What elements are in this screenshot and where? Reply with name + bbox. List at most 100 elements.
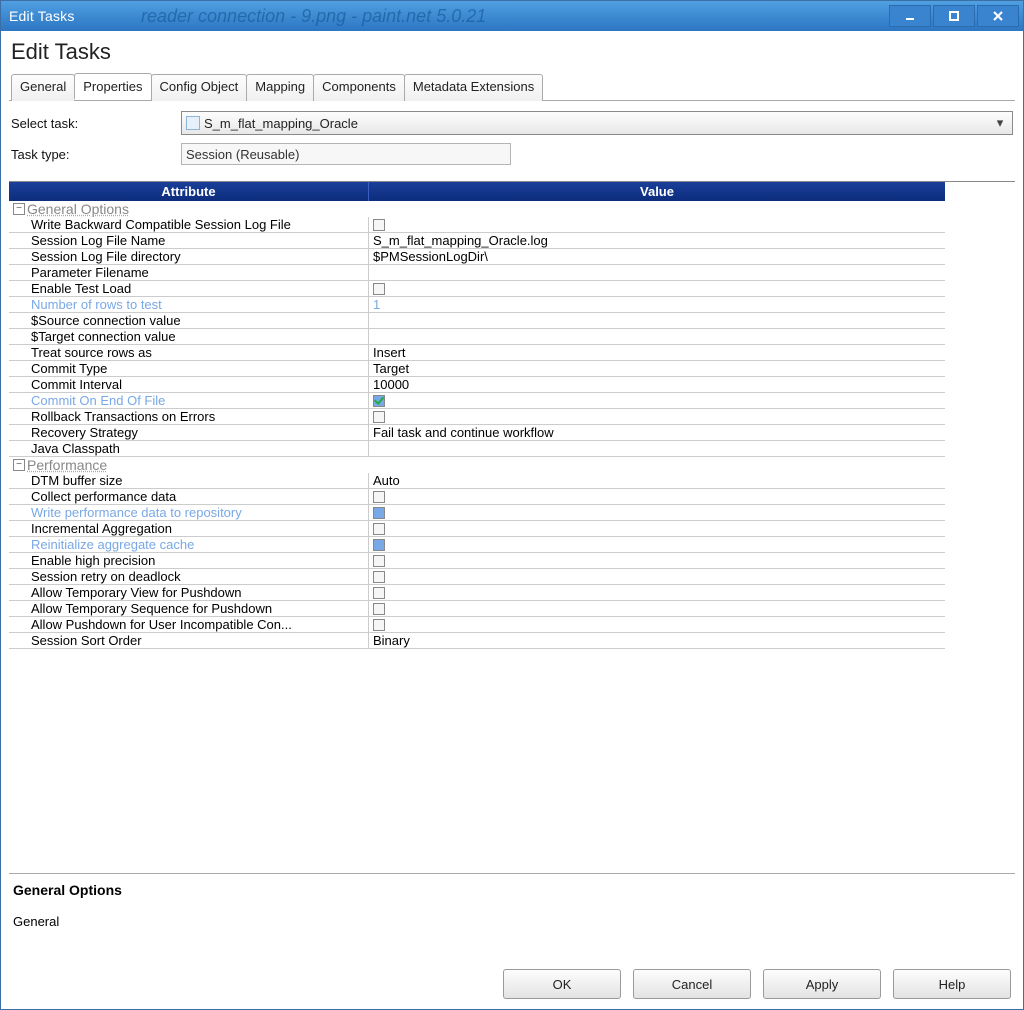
ok-button[interactable]: OK <box>503 969 621 999</box>
property-row[interactable]: Treat source rows asInsert <box>9 345 945 361</box>
attribute-cell: Recovery Strategy <box>9 425 369 440</box>
property-row[interactable]: Enable high precision <box>9 553 945 569</box>
checkbox[interactable] <box>373 619 385 631</box>
checkbox[interactable] <box>373 571 385 583</box>
property-row[interactable]: Reinitialize aggregate cache <box>9 537 945 553</box>
property-row[interactable]: Collect performance data <box>9 489 945 505</box>
checkbox <box>373 507 385 519</box>
collapse-icon[interactable]: − <box>13 459 25 471</box>
checkbox[interactable] <box>373 523 385 535</box>
property-row[interactable]: Rollback Transactions on Errors <box>9 409 945 425</box>
checkbox[interactable] <box>373 491 385 503</box>
checkbox[interactable] <box>373 219 385 231</box>
description-pane: General Options General <box>9 873 1015 963</box>
collapse-icon[interactable]: − <box>13 203 25 215</box>
value-cell[interactable]: Insert <box>369 345 945 360</box>
property-row[interactable]: $Source connection value <box>9 313 945 329</box>
checkbox[interactable] <box>373 603 385 615</box>
property-row[interactable]: Incremental Aggregation <box>9 521 945 537</box>
value-cell[interactable]: S_m_flat_mapping_Oracle.log <box>369 233 945 248</box>
value-cell[interactable] <box>369 585 945 600</box>
property-row[interactable]: Recovery StrategyFail task and continue … <box>9 425 945 441</box>
tab-mapping[interactable]: Mapping <box>246 74 314 101</box>
tab-components[interactable]: Components <box>313 74 405 101</box>
grid-header: Attribute Value <box>9 182 945 201</box>
property-row[interactable]: Write Backward Compatible Session Log Fi… <box>9 217 945 233</box>
apply-button[interactable]: Apply <box>763 969 881 999</box>
property-row[interactable]: $Target connection value <box>9 329 945 345</box>
value-cell[interactable] <box>369 281 945 296</box>
checkbox[interactable] <box>373 555 385 567</box>
value-cell[interactable]: Binary <box>369 633 945 648</box>
value-cell[interactable] <box>369 217 945 232</box>
properties-grid[interactable]: Attribute Value −General OptionsWrite Ba… <box>9 182 945 649</box>
help-button[interactable]: Help <box>893 969 1011 999</box>
value-cell[interactable] <box>369 601 945 616</box>
attribute-cell: Java Classpath <box>9 441 369 456</box>
property-row[interactable]: DTM buffer sizeAuto <box>9 473 945 489</box>
value-cell[interactable] <box>369 329 945 344</box>
attribute-cell: $Source connection value <box>9 313 369 328</box>
value-cell[interactable] <box>369 313 945 328</box>
property-row[interactable]: Parameter Filename <box>9 265 945 281</box>
attribute-cell: Session retry on deadlock <box>9 569 369 584</box>
attribute-cell: Write performance data to repository <box>9 505 369 520</box>
property-row[interactable]: Write performance data to repository <box>9 505 945 521</box>
attribute-cell: Number of rows to test <box>9 297 369 312</box>
value-cell[interactable] <box>369 489 945 504</box>
value-cell[interactable]: $PMSessionLogDir\ <box>369 249 945 264</box>
tab-general[interactable]: General <box>11 74 75 101</box>
value-cell[interactable] <box>369 521 945 536</box>
tab-metadata-extensions[interactable]: Metadata Extensions <box>404 74 543 101</box>
property-row[interactable]: Allow Pushdown for User Incompatible Con… <box>9 617 945 633</box>
value-cell <box>369 393 945 408</box>
property-row[interactable]: Commit On End Of File <box>9 393 945 409</box>
value-cell <box>369 505 945 520</box>
maximize-button[interactable] <box>933 5 975 27</box>
attribute-cell: Allow Pushdown for User Incompatible Con… <box>9 617 369 632</box>
cancel-button[interactable]: Cancel <box>633 969 751 999</box>
description-title: General Options <box>13 882 1011 898</box>
property-row[interactable]: Enable Test Load <box>9 281 945 297</box>
tab-config-object[interactable]: Config Object <box>151 74 248 101</box>
value-cell[interactable] <box>369 617 945 632</box>
group-header[interactable]: −General Options <box>9 201 945 217</box>
attribute-cell: Session Sort Order <box>9 633 369 648</box>
value-cell[interactable]: Fail task and continue workflow <box>369 425 945 440</box>
property-row[interactable]: Session Log File NameS_m_flat_mapping_Or… <box>9 233 945 249</box>
group-name: Performance <box>27 457 107 473</box>
value-cell[interactable]: Auto <box>369 473 945 488</box>
dialog-title: Edit Tasks <box>11 39 1015 65</box>
property-row[interactable]: Number of rows to test1 <box>9 297 945 313</box>
value-cell[interactable] <box>369 553 945 568</box>
checkbox[interactable] <box>373 587 385 599</box>
property-row[interactable]: Allow Temporary View for Pushdown <box>9 585 945 601</box>
header-attribute: Attribute <box>9 182 369 201</box>
value-cell[interactable] <box>369 569 945 584</box>
close-button[interactable] <box>977 5 1019 27</box>
property-row[interactable]: Session Log File directory$PMSessionLogD… <box>9 249 945 265</box>
value-cell[interactable] <box>369 265 945 280</box>
attribute-cell: $Target connection value <box>9 329 369 344</box>
property-row[interactable]: Java Classpath <box>9 441 945 457</box>
property-row[interactable]: Session Sort OrderBinary <box>9 633 945 649</box>
property-row[interactable]: Commit TypeTarget <box>9 361 945 377</box>
select-task-label: Select task: <box>11 116 181 131</box>
tab-properties[interactable]: Properties <box>74 73 151 100</box>
checkbox[interactable] <box>373 283 385 295</box>
select-task-dropdown[interactable]: S_m_flat_mapping_Oracle ▾ <box>181 111 1013 135</box>
description-text: General <box>13 914 1011 929</box>
minimize-button[interactable] <box>889 5 931 27</box>
checkbox[interactable] <box>373 411 385 423</box>
value-cell[interactable] <box>369 441 945 456</box>
property-row[interactable]: Session retry on deadlock <box>9 569 945 585</box>
value-cell[interactable]: 10000 <box>369 377 945 392</box>
property-row[interactable]: Commit Interval10000 <box>9 377 945 393</box>
group-header[interactable]: −Performance <box>9 457 945 473</box>
attribute-cell: Parameter Filename <box>9 265 369 280</box>
value-cell[interactable] <box>369 409 945 424</box>
property-row[interactable]: Allow Temporary Sequence for Pushdown <box>9 601 945 617</box>
edit-tasks-window: Edit Tasks reader connection - 9.png - p… <box>0 0 1024 1010</box>
tab-bar: General Properties Config Object Mapping… <box>9 73 1015 101</box>
value-cell[interactable]: Target <box>369 361 945 376</box>
